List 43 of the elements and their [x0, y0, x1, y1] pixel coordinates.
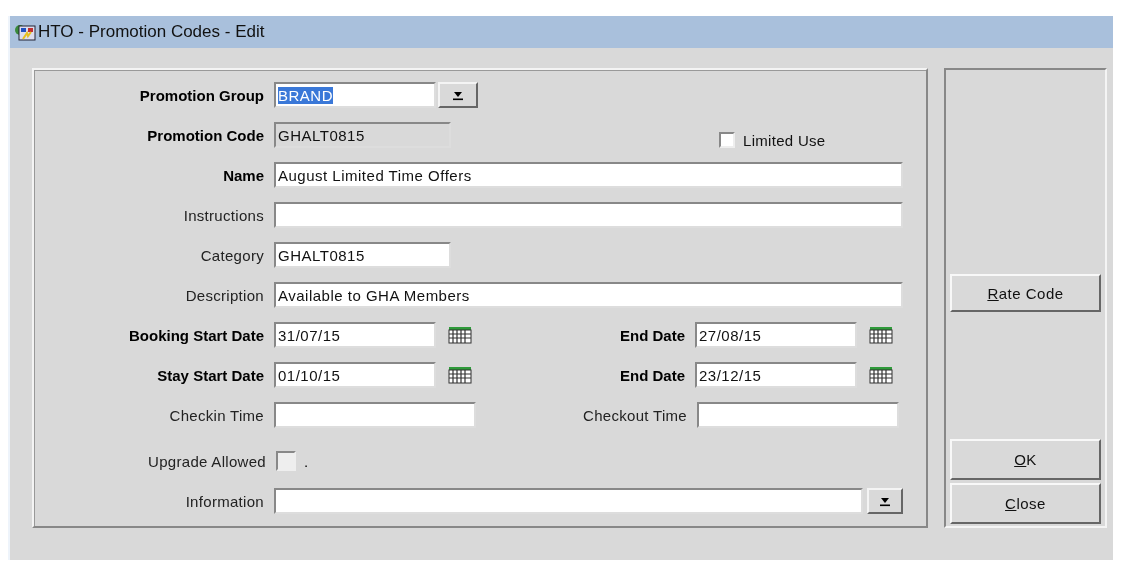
field-label: Promotion Code: [146, 126, 265, 144]
date-field[interactable]: 31/07/15: [274, 322, 436, 348]
rate-code-button[interactable]: Rate Code: [950, 274, 1101, 312]
field-label: Checkout Time: [582, 406, 688, 424]
calendar-icon: [448, 366, 472, 384]
close-button[interactable]: Close: [950, 483, 1101, 524]
field-label: End Date: [619, 366, 686, 384]
down-arrow-icon: [452, 89, 464, 101]
input-field[interactable]: [274, 202, 903, 228]
calendar-icon: [869, 366, 893, 384]
field-label: Name: [222, 166, 265, 184]
field-label: Description: [184, 286, 265, 304]
window-title: HTO - Promotion Codes - Edit: [38, 22, 265, 42]
field-label: Upgrade Allowed: [147, 452, 267, 470]
calendar-icon: [869, 326, 893, 344]
field-label: Instructions: [182, 206, 265, 224]
date-field[interactable]: 01/10/15: [274, 362, 436, 388]
checkbox[interactable]: [719, 132, 735, 148]
field-label: Information: [184, 492, 265, 510]
date-field[interactable]: 23/12/15: [695, 362, 857, 388]
checkbox-label: Limited Use: [743, 131, 826, 149]
field-label: Stay Start Date: [156, 366, 265, 384]
app-icon: [14, 22, 36, 42]
ok-button[interactable]: OK: [950, 439, 1101, 480]
field-label: End Date: [619, 326, 686, 344]
input-field[interactable]: [697, 402, 899, 428]
checkbox-label: .: [304, 452, 309, 470]
field-label: Checkin Time: [168, 406, 265, 424]
dropdown-button[interactable]: [438, 82, 478, 108]
input-field[interactable]: GHALT0815: [274, 242, 451, 268]
select-field[interactable]: BRAND: [274, 82, 436, 108]
checkbox[interactable]: [276, 451, 296, 471]
down-arrow-icon: [879, 495, 891, 507]
dropdown-button[interactable]: [867, 488, 903, 514]
select-field[interactable]: [274, 488, 863, 514]
input-field[interactable]: August Limited Time Offers: [274, 162, 903, 188]
input-field[interactable]: [274, 402, 476, 428]
input-field[interactable]: Available to GHA Members: [274, 282, 903, 308]
calendar-icon: [448, 326, 472, 344]
date-field[interactable]: 27/08/15: [695, 322, 857, 348]
field-label: Category: [199, 246, 265, 264]
field-label: Booking Start Date: [128, 326, 265, 344]
field-label: Promotion Group: [138, 86, 265, 104]
